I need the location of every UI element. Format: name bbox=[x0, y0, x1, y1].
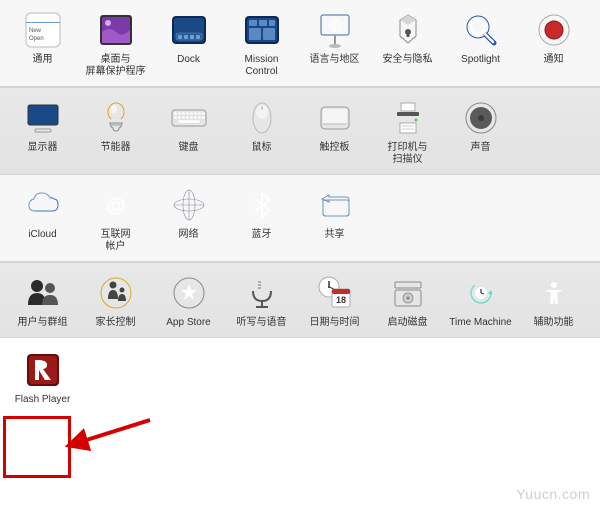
pref-row-0: File New Open 通用 桌面与屏幕保护程序 Dock MissionControl… bbox=[0, 0, 600, 87]
pref-row-3: 用户与群组 家长控制 App Store 听写与语音 18 日期与时间 启动磁盘 Time M… bbox=[0, 262, 600, 338]
pref-spotlight[interactable]: Spotlight bbox=[444, 10, 517, 66]
pref-label: 桌面与屏幕保护程序 bbox=[86, 54, 146, 78]
pref-mouse[interactable]: 鼠标 bbox=[225, 98, 298, 154]
watermark: Yuucn.com bbox=[516, 486, 590, 502]
mouse-icon bbox=[242, 98, 282, 138]
pref-label: App Store bbox=[166, 317, 210, 329]
pref-general[interactable]: File New Open 通用 bbox=[6, 10, 79, 66]
pref-bluetooth[interactable]: 蓝牙 bbox=[225, 185, 298, 241]
pref-appstore[interactable]: App Store bbox=[152, 273, 225, 329]
pref-label: 节能器 bbox=[101, 142, 131, 154]
pref-datetime[interactable]: 18 日期与时间 bbox=[298, 273, 371, 329]
pref-timemachine[interactable]: Time Machine bbox=[444, 273, 517, 329]
pref-mission[interactable]: MissionControl bbox=[225, 10, 298, 78]
printers-icon bbox=[388, 98, 428, 138]
bluetooth-icon bbox=[242, 185, 282, 225]
pref-language[interactable]: 语言与地区 bbox=[298, 10, 371, 66]
sharing-icon bbox=[315, 185, 355, 225]
pref-label: 通用 bbox=[33, 54, 53, 66]
accessibility-icon bbox=[534, 273, 574, 313]
pref-label: 日期与时间 bbox=[310, 317, 360, 329]
displays-icon bbox=[23, 98, 63, 138]
pref-displays[interactable]: 显示器 bbox=[6, 98, 79, 154]
pref-keyboard[interactable]: 键盘 bbox=[152, 98, 225, 154]
pref-energy[interactable]: 节能器 bbox=[79, 98, 152, 154]
pref-label: 家长控制 bbox=[96, 317, 136, 329]
appstore-icon bbox=[169, 273, 209, 313]
flash-icon bbox=[23, 350, 63, 390]
pref-icloud[interactable]: iCloud bbox=[6, 185, 79, 241]
pref-printers[interactable]: 打印机与扫描仪 bbox=[371, 98, 444, 166]
pref-desktop[interactable]: 桌面与屏幕保护程序 bbox=[79, 10, 152, 78]
keyboard-icon bbox=[169, 98, 209, 138]
notifications-icon bbox=[534, 10, 574, 50]
mission-icon bbox=[242, 10, 282, 50]
pref-parental[interactable]: 家长控制 bbox=[79, 273, 152, 329]
pref-security[interactable]: 安全与隐私 bbox=[371, 10, 444, 66]
pref-internet[interactable]: @ 互联网帐户 bbox=[79, 185, 152, 253]
pref-row-4: Flash Player bbox=[0, 338, 600, 414]
pref-flash[interactable]: Flash Player bbox=[6, 350, 79, 406]
dock-icon bbox=[169, 10, 209, 50]
pref-label: 语言与地区 bbox=[310, 54, 360, 66]
timemachine-icon bbox=[461, 273, 501, 313]
pref-label: 听写与语音 bbox=[237, 317, 287, 329]
pref-sharing[interactable]: 共享 bbox=[298, 185, 371, 241]
parental-icon bbox=[96, 273, 136, 313]
pref-label: Dock bbox=[177, 54, 200, 66]
pref-notifications[interactable]: 通知 bbox=[517, 10, 590, 66]
svg-text:Open: Open bbox=[29, 36, 44, 42]
pref-label: 触控板 bbox=[320, 142, 350, 154]
pref-label: 通知 bbox=[544, 54, 564, 66]
desktop-icon bbox=[96, 10, 136, 50]
internet-icon: @ bbox=[96, 185, 136, 225]
pref-dock[interactable]: Dock bbox=[152, 10, 225, 66]
users-icon bbox=[23, 273, 63, 313]
pref-label: MissionControl bbox=[245, 54, 279, 78]
pref-label: 辅助功能 bbox=[534, 317, 574, 329]
pref-label: 网络 bbox=[179, 229, 199, 241]
icloud-icon bbox=[23, 185, 63, 225]
pref-label: Time Machine bbox=[449, 317, 511, 329]
pref-label: iCloud bbox=[28, 229, 56, 241]
general-icon: File New Open bbox=[23, 10, 63, 50]
svg-text:File: File bbox=[32, 17, 41, 23]
spotlight-icon bbox=[461, 10, 501, 50]
pref-label: 启动磁盘 bbox=[388, 317, 428, 329]
pref-label: 键盘 bbox=[179, 142, 199, 154]
security-icon bbox=[388, 10, 428, 50]
pref-accessibility[interactable]: 辅助功能 bbox=[517, 273, 590, 329]
pref-trackpad[interactable]: 触控板 bbox=[298, 98, 371, 154]
pref-label: 互联网帐户 bbox=[101, 229, 131, 253]
startup-icon bbox=[388, 273, 428, 313]
sound-icon bbox=[461, 98, 501, 138]
pref-label: 共享 bbox=[325, 229, 345, 241]
svg-text:18: 18 bbox=[335, 295, 345, 305]
pref-dictation[interactable]: 听写与语音 bbox=[225, 273, 298, 329]
pref-label: 声音 bbox=[471, 142, 491, 154]
pref-label: Spotlight bbox=[461, 54, 500, 66]
highlight-box bbox=[3, 416, 71, 478]
language-icon bbox=[315, 10, 355, 50]
dictation-icon bbox=[242, 273, 282, 313]
pref-users[interactable]: 用户与群组 bbox=[6, 273, 79, 329]
pref-label: Flash Player bbox=[15, 394, 71, 406]
pref-row-2: iCloud @ 互联网帐户 网络 蓝牙 共享 bbox=[0, 175, 600, 262]
trackpad-icon bbox=[315, 98, 355, 138]
pref-sound[interactable]: 声音 bbox=[444, 98, 517, 154]
pref-label: 安全与隐私 bbox=[383, 54, 433, 66]
datetime-icon: 18 bbox=[315, 273, 355, 313]
pref-row-1: 显示器 节能器 键盘 鼠标 触控板 打印机与扫描仪 声音 bbox=[0, 87, 600, 175]
pref-label: 鼠标 bbox=[252, 142, 272, 154]
network-icon bbox=[169, 185, 209, 225]
svg-text:@: @ bbox=[106, 195, 126, 217]
pref-label: 打印机与扫描仪 bbox=[388, 142, 428, 166]
pref-label: 用户与群组 bbox=[18, 317, 68, 329]
pref-label: 显示器 bbox=[28, 142, 58, 154]
pref-startup[interactable]: 启动磁盘 bbox=[371, 273, 444, 329]
energy-icon bbox=[96, 98, 136, 138]
pref-network[interactable]: 网络 bbox=[152, 185, 225, 241]
svg-text:New: New bbox=[29, 28, 42, 34]
pref-label: 蓝牙 bbox=[252, 229, 272, 241]
